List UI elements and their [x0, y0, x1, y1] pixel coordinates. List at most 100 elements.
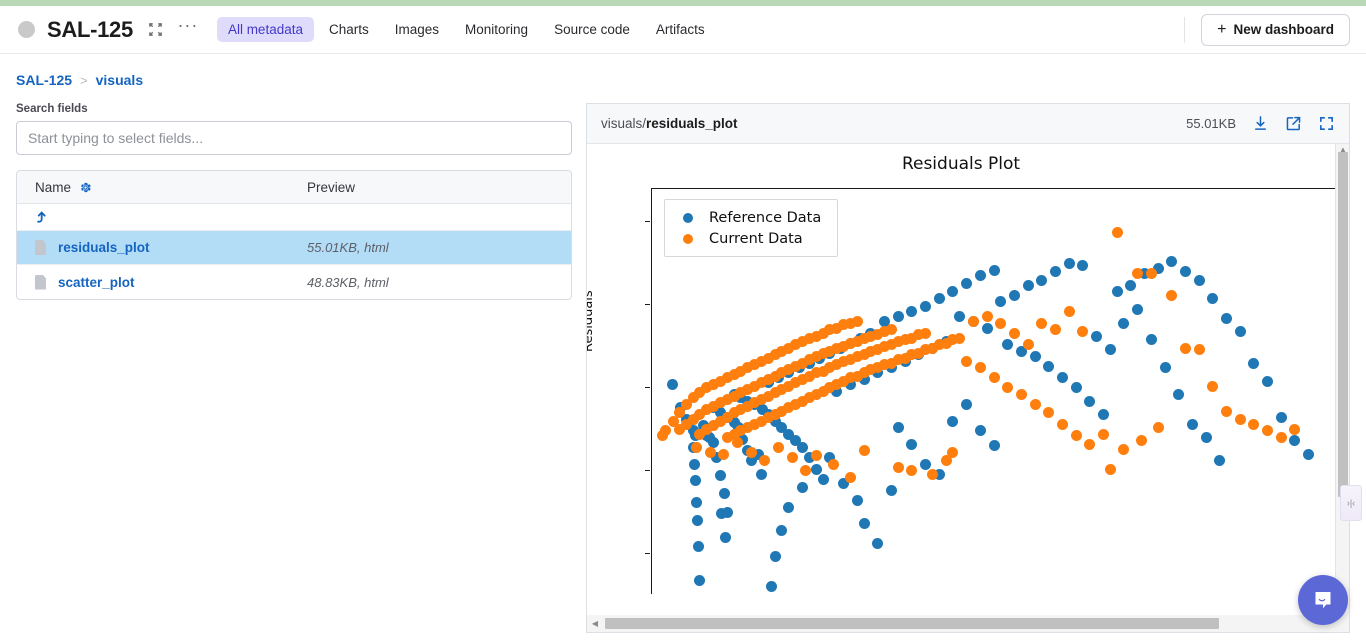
scatter-point — [688, 458, 700, 470]
scatter-point — [1084, 395, 1096, 407]
search-input[interactable] — [16, 121, 572, 155]
scatter-point — [1022, 339, 1034, 351]
scatter-point — [689, 475, 701, 487]
scatter-point — [1173, 388, 1185, 400]
legend-color-swatch-current — [683, 233, 693, 244]
new-dashboard-label: New dashboard — [1233, 22, 1334, 37]
scatter-point — [691, 514, 703, 526]
arrow-up-icon[interactable] — [17, 210, 48, 224]
scatter-point — [1289, 423, 1301, 435]
scatter-point — [1214, 455, 1226, 467]
more-options-icon[interactable]: ··· — [175, 16, 201, 43]
file-table-parent-row[interactable] — [17, 204, 571, 231]
preview-horizontal-scrollbar[interactable]: ◀ — [586, 615, 1350, 633]
breadcrumb-item-current[interactable]: visuals — [96, 72, 143, 88]
scatter-point — [1289, 435, 1301, 447]
horizontal-scroll-thumb[interactable] — [605, 618, 1219, 629]
page-title: SAL-125 — [47, 16, 133, 42]
new-dashboard-button[interactable]: + New dashboard — [1201, 13, 1350, 46]
preview-path-file: residuals_plot — [646, 116, 738, 131]
scatter-point — [704, 446, 716, 458]
scatter-point — [1050, 266, 1062, 278]
scatter-point — [988, 264, 1000, 276]
preview-vertical-scrollbar[interactable]: ▲ ▼ — [1335, 144, 1349, 630]
scatter-point — [1193, 274, 1205, 286]
scatter-point — [783, 501, 795, 513]
vertical-scroll-thumb[interactable] — [1338, 152, 1348, 497]
gear-icon[interactable] — [79, 181, 92, 194]
scatter-point — [1070, 382, 1082, 394]
scatter-point — [920, 458, 932, 470]
plot-area: Reference Data Current Data — [651, 188, 1335, 594]
scatter-point — [1303, 448, 1315, 460]
breadcrumb-separator-icon: > — [80, 72, 88, 88]
tab-charts[interactable]: Charts — [318, 17, 380, 42]
scatter-point — [1180, 266, 1192, 278]
scatter-point — [851, 495, 863, 507]
fields-panel: Search fields Name Preview — [16, 103, 572, 300]
scatter-point — [800, 465, 812, 477]
scatter-point — [906, 438, 918, 450]
scatter-point — [885, 324, 897, 336]
external-link-icon[interactable] — [1285, 115, 1302, 132]
chart-title: Residuals Plot — [901, 154, 1021, 174]
scatter-point — [759, 455, 771, 467]
download-icon[interactable] — [1252, 115, 1269, 132]
scatter-point — [693, 541, 704, 553]
scatter-point — [1009, 327, 1021, 339]
column-header-name-label: Name — [35, 179, 72, 195]
scatter-point — [1118, 317, 1130, 329]
scatter-point — [1029, 398, 1041, 410]
scatter-point — [844, 471, 856, 483]
scatter-point — [745, 446, 757, 458]
scatter-point — [1104, 463, 1116, 475]
tab-source-code[interactable]: Source code — [543, 17, 641, 42]
messenger-icon — [1315, 592, 1331, 609]
scatter-point — [1207, 292, 1219, 304]
scatter-point — [721, 506, 733, 518]
scatter-point — [920, 327, 932, 339]
scatter-point — [1118, 443, 1130, 455]
fullscreen-icon[interactable] — [1318, 115, 1335, 132]
preview-path-prefix: visuals/ — [601, 116, 647, 131]
panel-collapse-handle[interactable]: ›|‹ — [1340, 485, 1362, 521]
y-tick-mark — [645, 304, 650, 306]
scatter-point — [1022, 279, 1034, 291]
scatter-point — [718, 448, 730, 460]
legend-item-current: Current Data — [675, 228, 821, 249]
scatter-point — [694, 574, 706, 586]
scatter-point — [1077, 259, 1089, 271]
scatter-point — [1135, 435, 1147, 447]
scatter-point — [1262, 375, 1274, 387]
compress-icon[interactable] — [143, 17, 169, 43]
scatter-point — [732, 437, 743, 449]
tab-images[interactable]: Images — [384, 17, 450, 42]
file-link-residuals-plot[interactable]: residuals_plot — [58, 240, 150, 255]
scatter-point — [1002, 382, 1014, 394]
scatter-point — [967, 316, 979, 328]
scatter-point — [1166, 289, 1178, 301]
scatter-point — [1091, 330, 1103, 342]
y-tick-mark — [645, 552, 650, 554]
column-header-name: Name — [17, 180, 307, 195]
tab-all-metadata[interactable]: All metadata — [216, 17, 314, 42]
intercom-messenger-button[interactable] — [1298, 575, 1348, 625]
tab-artifacts[interactable]: Artifacts — [645, 17, 716, 42]
table-row[interactable]: residuals_plot 55.01KB, html — [17, 231, 571, 265]
y-tick-mark — [645, 386, 650, 389]
table-row[interactable]: scatter_plot 48.83KB, html — [17, 265, 571, 299]
scatter-point — [656, 430, 668, 442]
main-tabs: All metadata Charts Images Monitoring So… — [216, 17, 720, 42]
scatter-point — [810, 463, 822, 475]
preview-body: Residuals Plot Residuals 1050−5−10 Refer… — [587, 144, 1349, 630]
tab-monitoring[interactable]: Monitoring — [454, 17, 539, 42]
file-link-scatter-plot[interactable]: scatter_plot — [58, 275, 135, 290]
breadcrumb-item-root[interactable]: SAL-125 — [16, 72, 72, 88]
scatter-point — [1262, 425, 1274, 437]
scroll-left-arrow-icon[interactable]: ◀ — [587, 619, 603, 628]
scatter-point — [1234, 413, 1246, 425]
scatter-point — [892, 311, 904, 323]
app-header: SAL-125 ··· All metadata Charts Images M… — [0, 6, 1366, 54]
file-icon — [35, 240, 46, 255]
scatter-point — [872, 538, 884, 550]
